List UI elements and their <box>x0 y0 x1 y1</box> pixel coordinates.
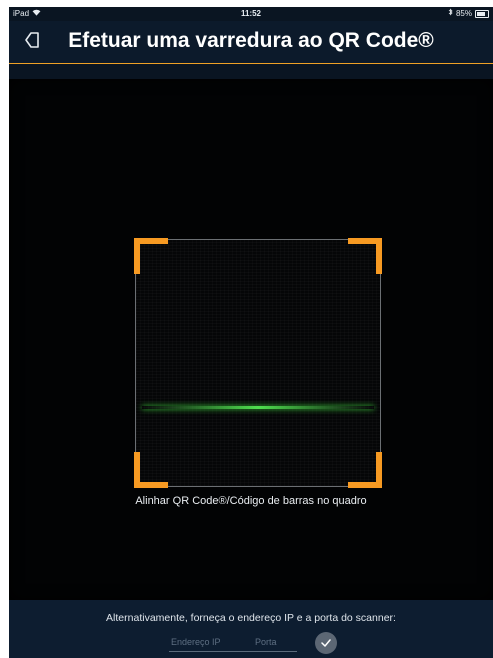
scan-line <box>142 406 374 409</box>
frame-corner-top-left <box>134 238 168 274</box>
page-title: Efetuar uma varredura ao QR Code® <box>68 29 434 52</box>
status-bar: iPad 11:52 85% <box>9 7 493 21</box>
manual-entry-prompt: Alternativamente, forneça o endereço IP … <box>106 612 396 624</box>
frame-corner-top-right <box>348 238 382 274</box>
manual-entry-panel: Alternativamente, forneça o endereço IP … <box>9 600 493 658</box>
app-screen: iPad 11:52 85% Efetuar uma varredura ao … <box>9 7 493 658</box>
bluetooth-icon <box>448 7 453 21</box>
scan-hint: Alinhar QR Code®/Código de barras no qua… <box>135 495 367 507</box>
navigation-bar: Efetuar uma varredura ao QR Code® <box>9 21 493 64</box>
battery-percentage: 85% <box>455 9 472 18</box>
scan-frame <box>134 238 382 488</box>
frame-corner-bottom-left <box>134 452 168 488</box>
ip-address-input[interactable] <box>169 633 253 652</box>
confirm-button[interactable] <box>315 632 337 654</box>
camera-preview: Alinhar QR Code®/Código de barras no qua… <box>9 79 493 600</box>
status-time: 11:52 <box>240 9 262 18</box>
battery-icon <box>475 10 489 18</box>
checkmark-icon <box>321 634 331 652</box>
port-input[interactable] <box>253 633 297 652</box>
frame-corner-bottom-right <box>348 452 382 488</box>
